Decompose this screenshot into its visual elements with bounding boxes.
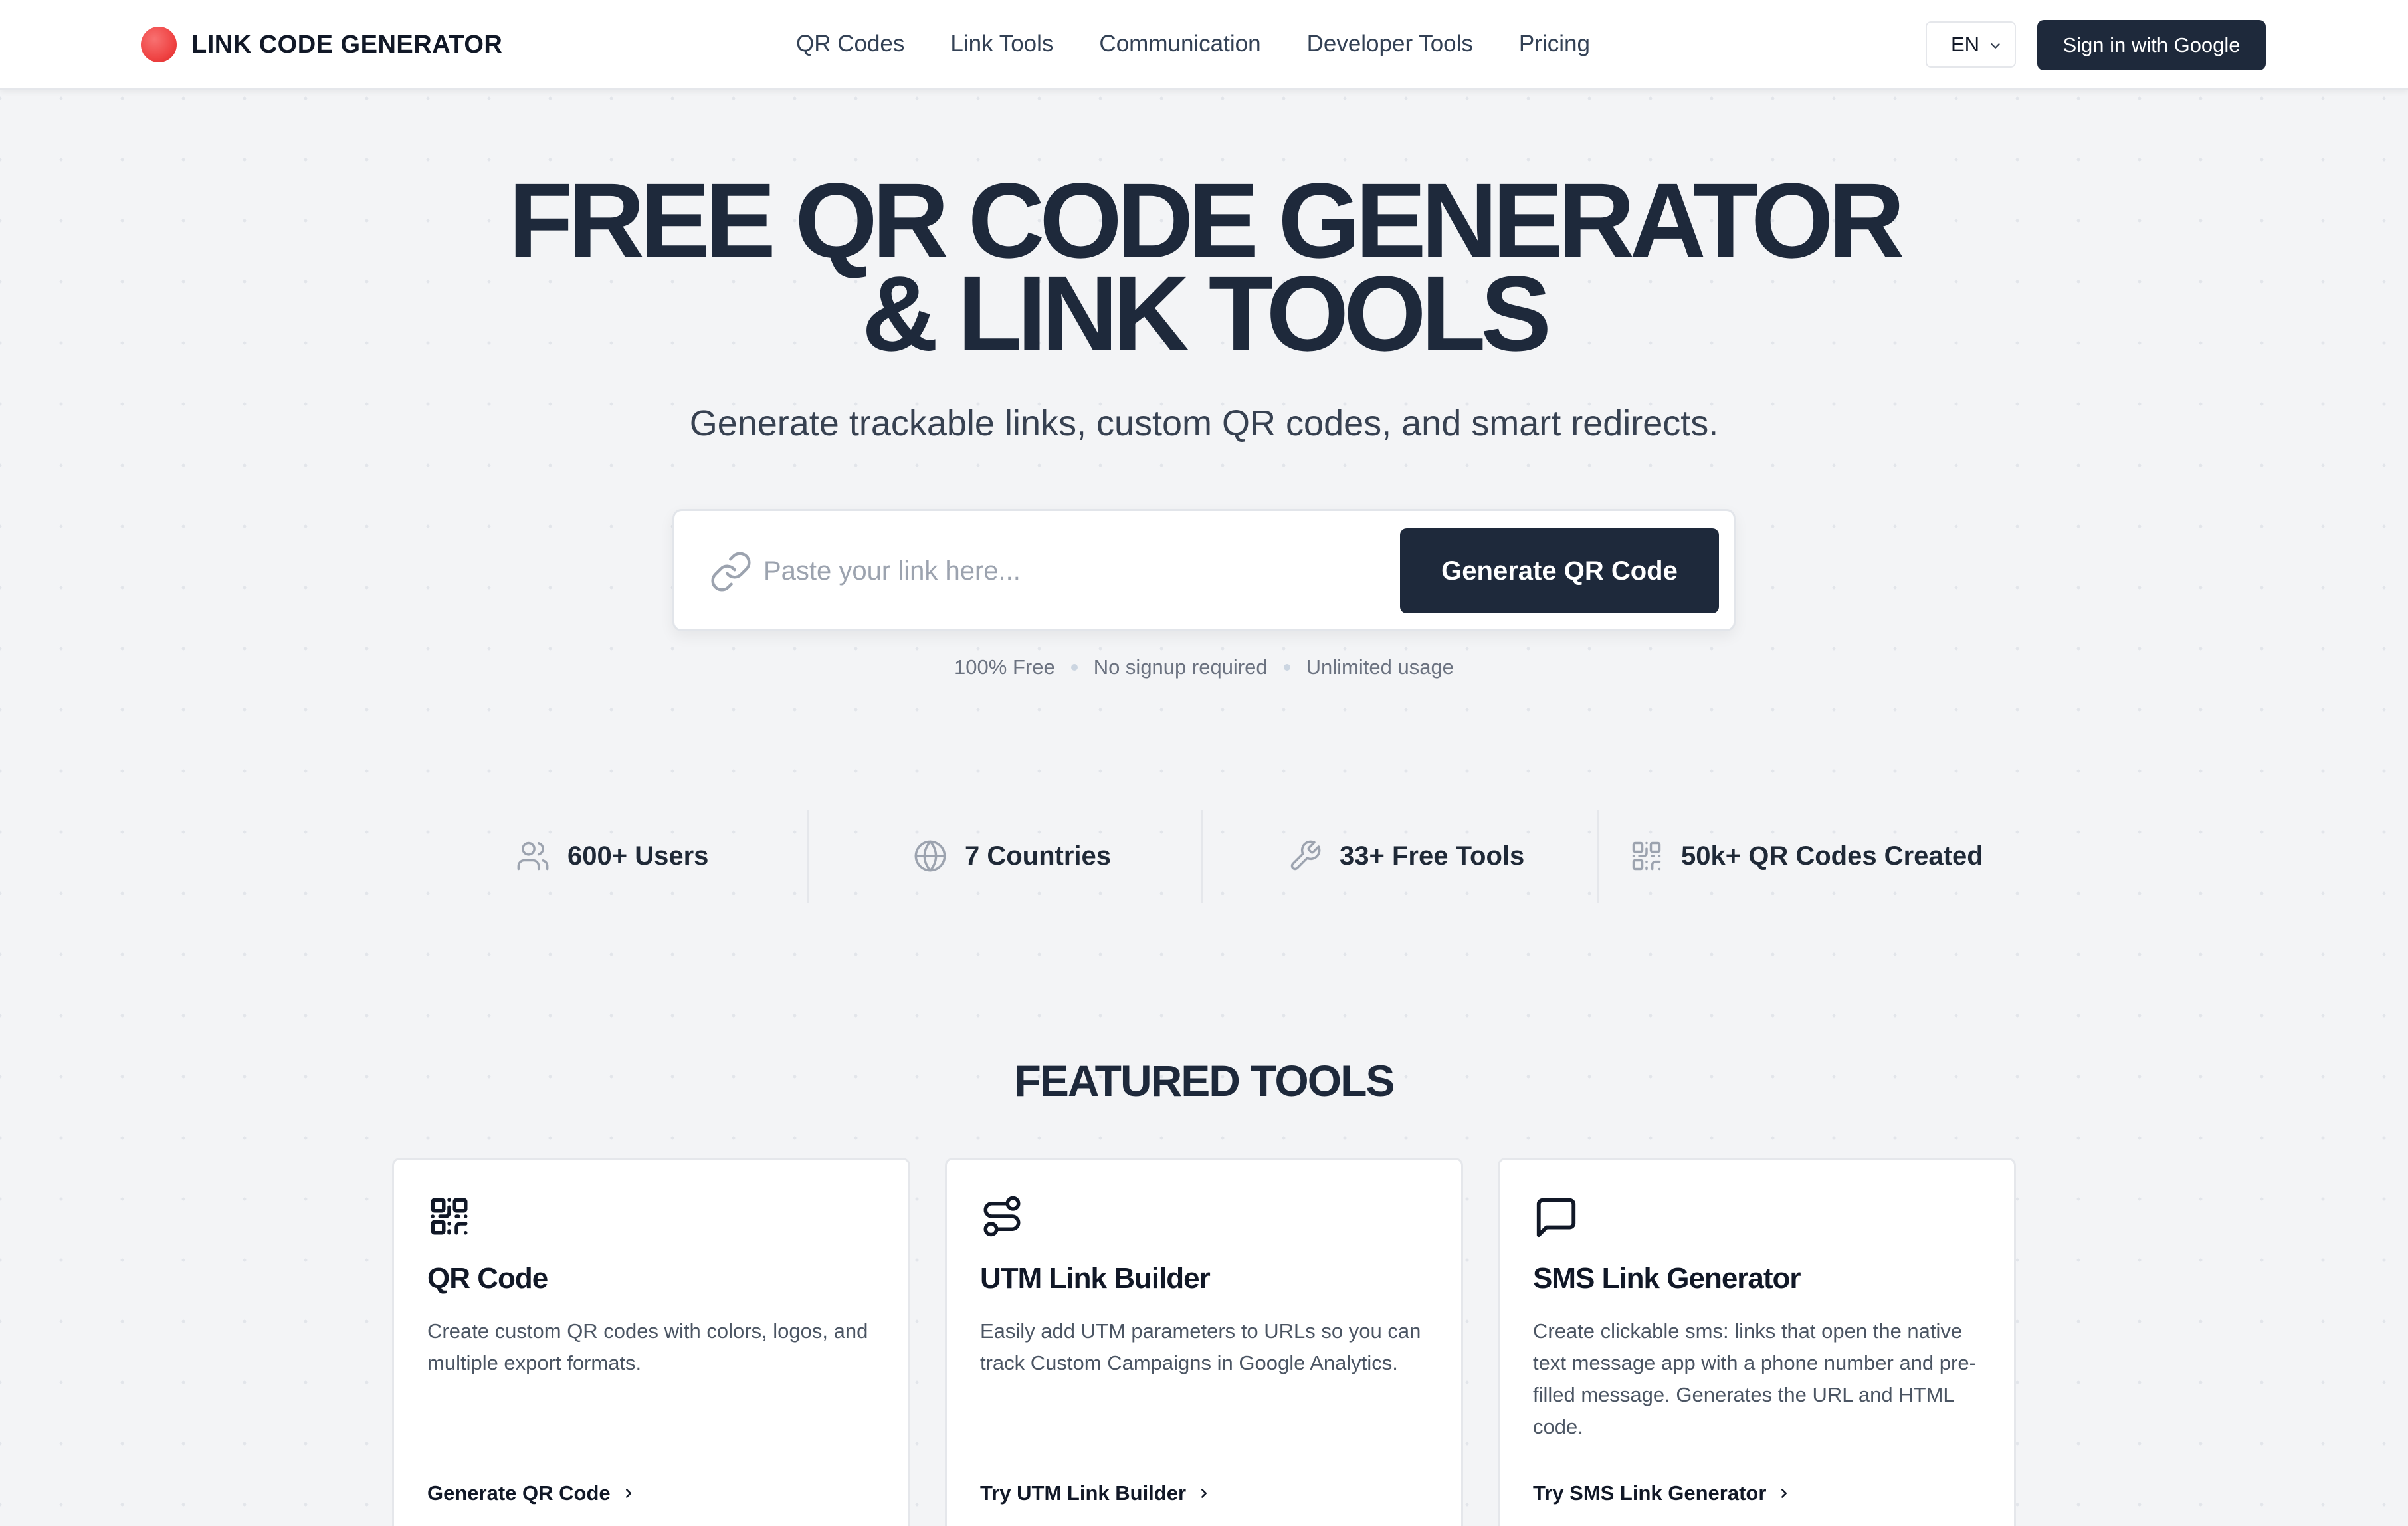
card-link[interactable]: Try UTM Link Builder: [980, 1481, 1211, 1505]
stats-row: 600+ Users 7 Countries 33+ Free Tools 50…: [0, 810, 2408, 903]
nav-qr-codes[interactable]: QR Codes: [796, 31, 904, 57]
chevron-right-icon: [1781, 1489, 1787, 1498]
wrench-icon: [1290, 840, 1321, 871]
logo-text: LINK CODE GENERATOR: [191, 30, 503, 58]
card-title: UTM Link Builder: [980, 1262, 1211, 1295]
message-square-icon: [1536, 1198, 1576, 1238]
stat-label: 33+ Free Tools: [1340, 841, 1525, 871]
card-title: QR Code: [427, 1262, 548, 1295]
stat-label: 50k+ QR Codes Created: [1681, 841, 1983, 871]
nav-developer-tools[interactable]: Developer Tools: [1307, 31, 1473, 57]
nav-link-tools[interactable]: Link Tools: [950, 31, 1053, 57]
language-select[interactable]: EN: [1926, 21, 2016, 68]
perks-row: 100% Free No signup required Unlimited u…: [0, 655, 2408, 679]
chevron-right-icon: [625, 1489, 631, 1498]
stat-label: 600+ Users: [567, 841, 709, 871]
tool-card-qr-code[interactable]: QR Code Create custom QR codes with colo…: [392, 1158, 910, 1526]
separator-dot: [1070, 664, 1078, 671]
tool-card-sms-link-generator[interactable]: SMS Link Generator Create clickable sms:…: [1498, 1158, 2016, 1526]
stat-qr-codes: 50k+ QR Codes Created: [1629, 810, 1983, 903]
perk-no-signup: No signup required: [1093, 655, 1268, 679]
stat-countries: 7 Countries: [913, 810, 1111, 903]
stat-users: 600+ Users: [516, 810, 708, 903]
chevron-right-icon: [1201, 1489, 1207, 1498]
link-icon: [711, 552, 751, 592]
link-input[interactable]: [763, 544, 1375, 598]
card-description: Easily add UTM parameters to URLs so you…: [980, 1319, 1421, 1374]
perk-free: 100% Free: [954, 655, 1055, 679]
card-link-label: Generate QR Code: [427, 1481, 611, 1505]
globe-icon: [914, 840, 946, 872]
qr-code-icon: [431, 1198, 468, 1235]
tool-card-utm-link-builder[interactable]: UTM Link Builder Easily add UTM paramete…: [945, 1158, 1463, 1526]
nav-pricing[interactable]: Pricing: [1519, 31, 1590, 57]
featured-tools-title: FEATURED TOOLS: [1014, 1056, 1395, 1105]
stat-tools: 33+ Free Tools: [1288, 810, 1524, 903]
users-icon: [517, 841, 549, 871]
hero-title: FREE QR CODE GENERATOR & LINK TOOLS: [508, 161, 1905, 373]
link-input-box: Generate QR Code: [672, 509, 1736, 631]
card-description: Create custom QR codes with colors, logo…: [427, 1319, 868, 1374]
logo-dot-icon: [141, 27, 177, 62]
nav-communication[interactable]: Communication: [1099, 31, 1260, 57]
divider: [1597, 810, 1599, 903]
stat-label: 7 Countries: [965, 841, 1112, 871]
route-icon: [983, 1196, 1021, 1237]
chevron-down-icon: [1991, 43, 2000, 49]
card-link[interactable]: Try SMS Link Generator: [1533, 1481, 1791, 1505]
qr-code-icon: [1632, 841, 1661, 871]
main-nav: QR Codes Link Tools Communication Develo…: [796, 31, 1636, 57]
top-nav-bar: LINK CODE GENERATOR QR Codes Link Tools …: [0, 0, 2408, 90]
sign-in-google-button[interactable]: Sign in with Google: [2037, 20, 2266, 70]
generate-qr-code-button[interactable]: Generate QR Code: [1400, 528, 1719, 613]
card-title: SMS Link Generator: [1533, 1262, 1801, 1295]
separator-dot: [1283, 664, 1290, 671]
divider: [1201, 810, 1203, 903]
hero-subtitle: Generate trackable links, custom QR code…: [689, 403, 1719, 443]
language-value: EN: [1951, 33, 1980, 56]
divider: [807, 810, 809, 903]
perk-unlimited: Unlimited usage: [1306, 655, 1454, 679]
card-description: Create clickable sms: links that open th…: [1533, 1319, 1976, 1438]
logo[interactable]: LINK CODE GENERATOR: [141, 27, 502, 62]
card-link[interactable]: Generate QR Code: [427, 1481, 636, 1505]
card-link-label: Try SMS Link Generator: [1533, 1481, 1767, 1505]
card-link-label: Try UTM Link Builder: [980, 1481, 1187, 1505]
